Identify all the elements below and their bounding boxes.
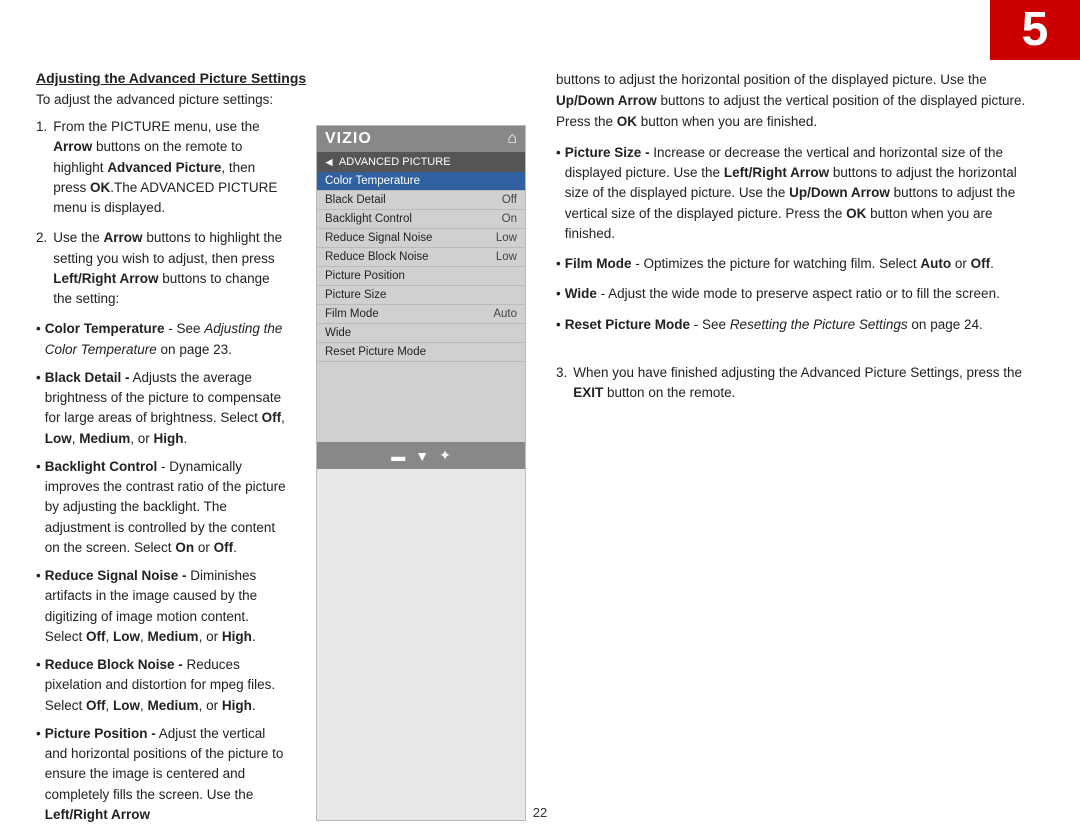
page-number: 5 xyxy=(1022,6,1049,54)
bullet-color-temp: • Color Temperature - See Adjusting the … xyxy=(36,319,288,360)
numbered-list: 1. From the PICTURE menu, use the Arrow … xyxy=(36,117,288,309)
vizio-logo: VIZIO xyxy=(325,130,372,148)
page-corner: 5 xyxy=(990,0,1080,60)
left-column: Adjusting the Advanced Picture Settings … xyxy=(36,70,526,794)
back-arrow-icon: ◄ xyxy=(323,155,335,169)
tv-menu-item-picture-size: Picture Size xyxy=(317,286,525,305)
tv-menu-title-bar: ◄ ADVANCED PICTURE xyxy=(317,152,525,172)
tv-header: VIZIO ⌂ xyxy=(317,126,525,152)
tv-menu-title: ADVANCED PICTURE xyxy=(339,156,451,168)
tv-menu-item-reset-picture-mode: Reset Picture Mode xyxy=(317,343,525,362)
bullet-reduce-signal-noise: • Reduce Signal Noise - Diminishes artif… xyxy=(36,566,288,647)
tv-menu-item-picture-position: Picture Position xyxy=(317,267,525,286)
home-icon: ⌂ xyxy=(507,130,517,148)
right-bullet-reset-picture-mode: • Reset Picture Mode - See Resetting the… xyxy=(556,315,1044,335)
bullet-picture-position: • Picture Position - Adjust the vertical… xyxy=(36,724,288,825)
step-3: 3. When you have finished adjusting the … xyxy=(556,363,1044,404)
right-bullet-wide: • Wide - Adjust the wide mode to preserv… xyxy=(556,284,1044,304)
page-bottom-number: 22 xyxy=(533,805,547,820)
tv-empty-area xyxy=(317,362,525,442)
tv-menu-items: Color Temperature Black Detail Off Backl… xyxy=(317,172,525,362)
tv-menu-item-black-detail: Black Detail Off xyxy=(317,191,525,210)
tv-menu-item-reduce-signal-noise: Reduce Signal Noise Low xyxy=(317,229,525,248)
tv-menu-item-reduce-block-noise: Reduce Block Noise Low xyxy=(317,248,525,267)
intro-text: To adjust the advanced picture settings: xyxy=(36,92,526,107)
bullet-list: • Color Temperature - See Adjusting the … xyxy=(36,319,288,825)
down-icon: ▼ xyxy=(415,448,429,464)
right-bullet-list: • Picture Size - Increase or decrease th… xyxy=(556,143,1044,345)
right-column: buttons to adjust the horizontal positio… xyxy=(556,70,1044,794)
bullet-backlight-control: • Backlight Control - Dynamically improv… xyxy=(36,457,288,558)
content-wrapper: Adjusting the Advanced Picture Settings … xyxy=(36,70,1044,794)
tv-menu-item-film-mode: Film Mode Auto xyxy=(317,305,525,324)
tv-menu-mockup: VIZIO ⌂ ◄ ADVANCED PICTURE Color Tempera… xyxy=(316,125,526,821)
right-intro-para: buttons to adjust the horizontal positio… xyxy=(556,70,1044,133)
step-2: 2. Use the Arrow buttons to highlight th… xyxy=(36,228,288,309)
step-1: 1. From the PICTURE menu, use the Arrow … xyxy=(36,117,288,218)
tv-bottom-bar: ▬ ▼ ✦ xyxy=(317,442,525,469)
tv-menu-item-backlight-control: Backlight Control On xyxy=(317,210,525,229)
right-bullet-film-mode: • Film Mode - Optimizes the picture for … xyxy=(556,254,1044,274)
bullet-reduce-block-noise: • Reduce Block Noise - Reduces pixelatio… xyxy=(36,655,288,716)
right-bullet-picture-size: • Picture Size - Increase or decrease th… xyxy=(556,143,1044,244)
tv-menu-item-color-temp: Color Temperature xyxy=(317,172,525,191)
menu-icon: ▬ xyxy=(391,448,405,464)
settings-icon: ✦ xyxy=(439,447,451,464)
section-title: Adjusting the Advanced Picture Settings xyxy=(36,70,526,86)
bullet-black-detail: • Black Detail - Adjusts the average bri… xyxy=(36,368,288,449)
tv-menu-item-wide: Wide xyxy=(317,324,525,343)
